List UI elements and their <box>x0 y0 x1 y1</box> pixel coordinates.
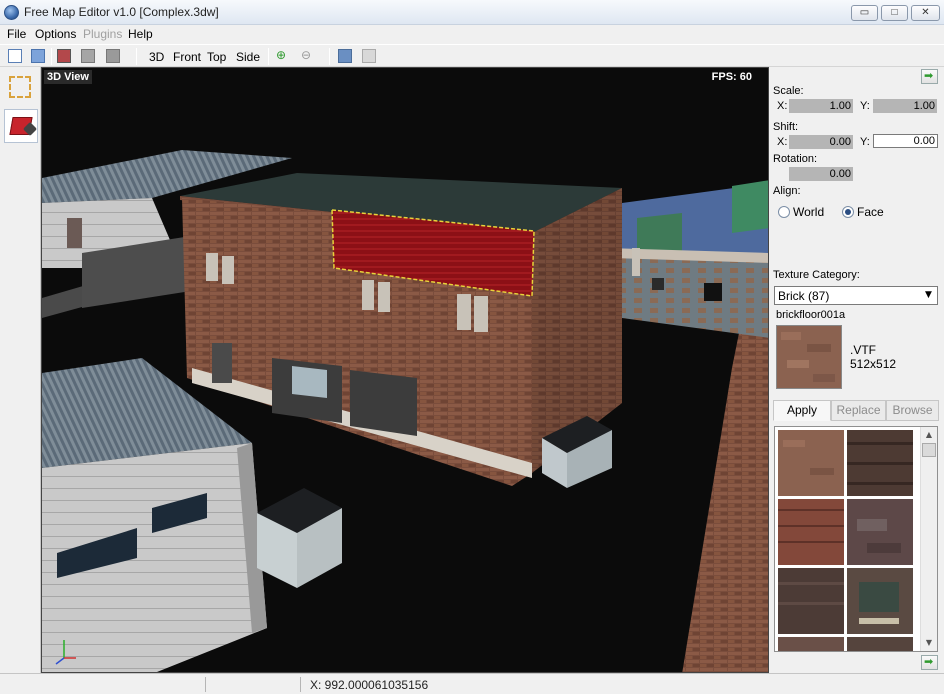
view-front-button[interactable]: Front <box>173 50 201 64</box>
menu-help[interactable]: Help <box>128 27 153 41</box>
scrollbar-thumb[interactable] <box>922 443 936 457</box>
rotation-field[interactable]: 0.00 <box>789 167 853 181</box>
status-separator <box>205 677 206 692</box>
texture-thumbnail[interactable] <box>778 499 844 565</box>
scale-x-axis-label: X: <box>777 100 788 112</box>
menu-options[interactable]: Options <box>35 27 76 41</box>
toolbar-separator <box>329 48 330 65</box>
wireframe-icon[interactable] <box>106 49 120 63</box>
toolbar-separator <box>51 48 52 65</box>
rotation-label: Rotation: <box>773 153 818 165</box>
chevron-down-icon: ▼ <box>925 290 932 300</box>
texture-thumbnail[interactable] <box>776 428 846 498</box>
menu-bar: File Options Plugins Help <box>0 25 944 44</box>
viewport-label: 3D View <box>44 70 92 84</box>
shift-label: Shift: <box>773 121 799 133</box>
lock-icon[interactable] <box>362 49 376 63</box>
open-file-icon[interactable] <box>31 49 45 63</box>
shift-x-axis-label: X: <box>777 136 788 148</box>
fps-counter: FPS: 60 <box>711 71 752 83</box>
title-bar: Free Map Editor v1.0 [Complex.3dw] ▭ □ ✕ <box>0 0 944 25</box>
toolbar-separator <box>136 48 137 65</box>
window-title: Free Map Editor v1.0 [Complex.3dw] <box>24 5 219 19</box>
texture-preview <box>776 325 842 389</box>
minimize-button[interactable]: ▭ <box>851 5 878 21</box>
scene-render <box>42 68 768 672</box>
scroll-up-icon[interactable]: ▲ <box>921 427 937 443</box>
selection-tool-icon[interactable] <box>9 76 31 98</box>
zoom-in-icon[interactable]: ⊕ <box>276 49 290 63</box>
texture-thumbnail[interactable] <box>847 568 913 634</box>
toolbar-separator <box>268 48 269 65</box>
tab-replace[interactable]: Replace <box>831 400 886 421</box>
toolbar: 3D Front Top Side ⊕ ⊖ <box>0 44 944 67</box>
scale-x-field[interactable]: 1.00 <box>789 99 853 113</box>
panel-forward-arrow-icon[interactable] <box>921 69 938 84</box>
shift-y-axis-label: Y: <box>860 136 870 148</box>
status-separator <box>300 677 301 692</box>
align-world-radio[interactable] <box>778 206 790 218</box>
texture-thumbnail[interactable] <box>847 499 913 565</box>
texture-thumbnail-grid[interactable]: ▲ ▼ <box>774 426 938 652</box>
zoom-out-icon[interactable]: ⊖ <box>301 49 315 63</box>
scale-label: Scale: <box>773 85 804 97</box>
align-face-radio[interactable] <box>842 206 854 218</box>
thumbnail-scrollbar[interactable]: ▲ ▼ <box>920 427 937 651</box>
close-button[interactable]: ✕ <box>911 5 940 21</box>
align-world-label[interactable]: World <box>793 205 824 219</box>
brick-texture-icon[interactable] <box>57 49 71 63</box>
status-bar: X: 992.000061035156 <box>0 673 944 694</box>
tab-apply[interactable]: Apply <box>773 400 831 421</box>
maximize-button[interactable]: □ <box>881 5 908 21</box>
texture-size: 512x512 <box>850 357 897 371</box>
texture-category-select[interactable]: Brick (87) ▼ <box>774 286 938 305</box>
texture-format: .VTF <box>850 343 876 357</box>
shift-y-field[interactable]: 0.00 <box>873 134 938 148</box>
texture-category-value: Brick (87) <box>778 289 830 303</box>
texture-thumbnail[interactable] <box>847 430 913 496</box>
texture-thumbnail[interactable] <box>847 637 913 652</box>
texture-category-label: Texture Category: <box>773 269 860 281</box>
new-file-icon[interactable] <box>8 49 22 63</box>
texture-thumbnail[interactable] <box>778 637 844 652</box>
menu-file[interactable]: File <box>7 27 26 41</box>
cursor-coordinate: X: 992.000061035156 <box>310 678 429 692</box>
align-label: Align: <box>773 185 801 197</box>
grid-icon[interactable] <box>81 49 95 63</box>
texture-name: brickfloor001a <box>776 309 846 321</box>
align-face-label[interactable]: Face <box>857 205 884 219</box>
view-top-button[interactable]: Top <box>207 50 226 64</box>
scale-y-axis-label: Y: <box>860 100 870 112</box>
texture-tool-button[interactable] <box>4 109 38 143</box>
app-globe-icon <box>4 5 19 20</box>
scroll-down-icon[interactable]: ▼ <box>921 635 937 651</box>
view-3d-button[interactable]: 3D <box>149 50 164 64</box>
texture-thumbnail[interactable] <box>778 568 844 634</box>
texture-panel: Scale: X: 1.00 Y: 1.00 Shift: X: 0.00 Y:… <box>770 67 944 673</box>
scale-y-field[interactable]: 1.00 <box>873 99 937 113</box>
menu-plugins[interactable]: Plugins <box>83 27 122 41</box>
tool-strip <box>0 67 41 673</box>
camera-icon[interactable] <box>338 49 352 63</box>
shift-x-field[interactable]: 0.00 <box>789 135 853 149</box>
viewport-3d[interactable]: 3D View FPS: 60 <box>41 67 769 673</box>
panel-bottom-arrow-icon[interactable] <box>921 655 938 670</box>
tab-browse[interactable]: Browse <box>886 400 939 421</box>
view-side-button[interactable]: Side <box>236 50 260 64</box>
